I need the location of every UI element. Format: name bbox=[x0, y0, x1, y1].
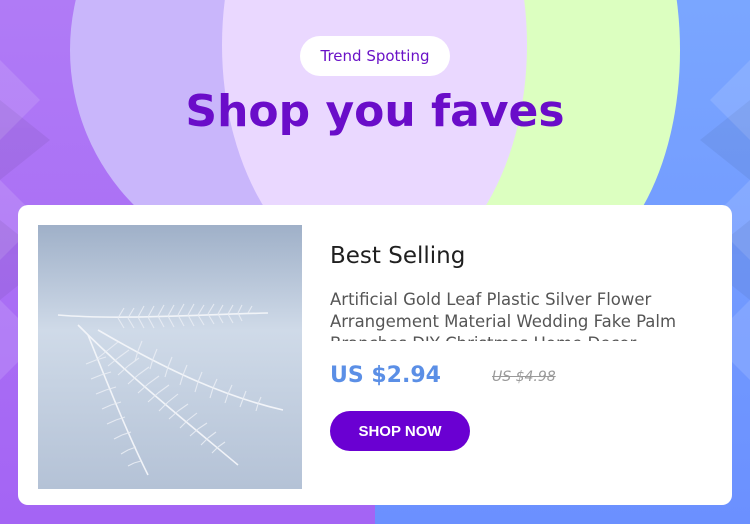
trend-tag: Trend Spotting bbox=[300, 36, 450, 76]
product-price: US $2.94 bbox=[330, 363, 441, 388]
product-image[interactable] bbox=[38, 225, 302, 489]
product-description[interactable]: Artificial Gold Leaf Plastic Silver Flow… bbox=[330, 289, 700, 341]
product-original-price: US $4.98 bbox=[492, 369, 556, 385]
banner-headline: Shop you faves bbox=[185, 86, 565, 137]
promo-banner: Trend Spotting Shop you faves Best Selli… bbox=[0, 0, 750, 524]
product-card[interactable]: Best Selling Artificial Gold Leaf Plasti… bbox=[18, 205, 732, 505]
section-title: Best Selling bbox=[330, 243, 466, 269]
shop-now-button[interactable]: SHOP NOW bbox=[330, 411, 470, 451]
fern-leaf-icon bbox=[38, 225, 302, 489]
